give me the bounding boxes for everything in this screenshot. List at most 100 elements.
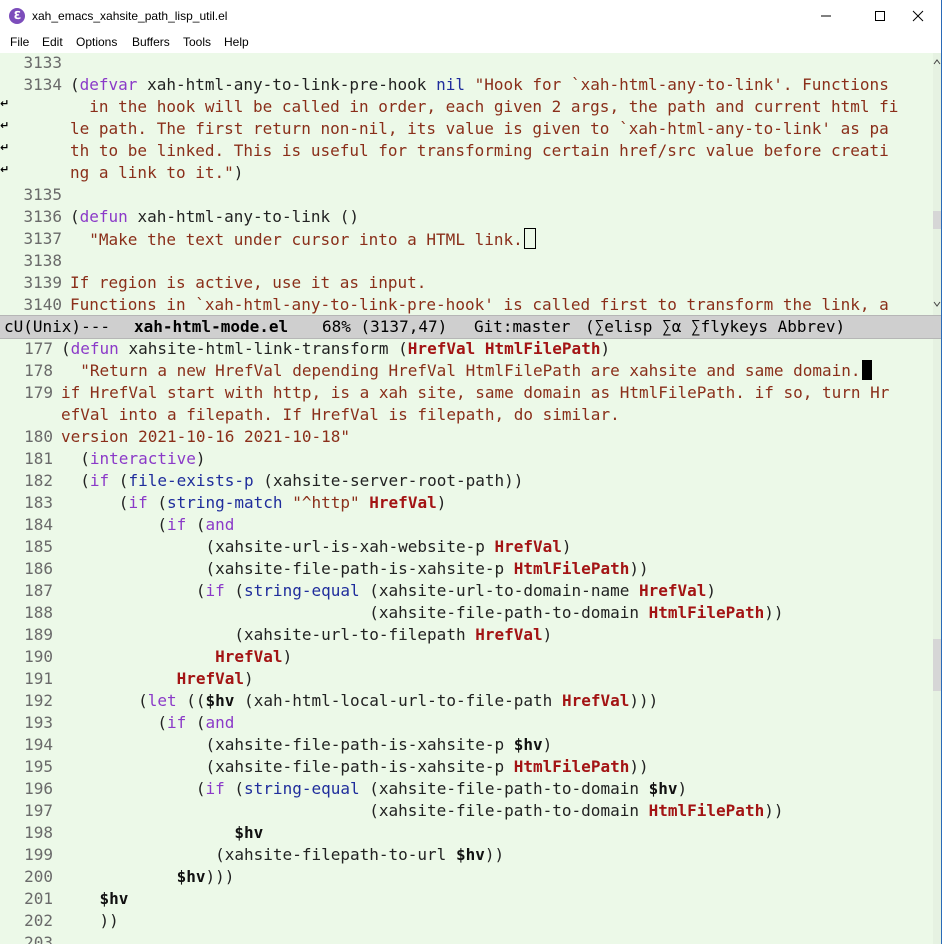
code-line[interactable]: efVal into a filepath. If HrefVal is fil…: [0, 404, 930, 426]
code-line[interactable]: le path. The first return non-nil, its v…: [0, 118, 930, 140]
code-token: (xahsite-file-path-is-xahsite-p: [61, 757, 514, 776]
bottom-scrollbar[interactable]: [933, 339, 941, 944]
code-line[interactable]: 3134 (defvar xah-html-any-to-link-pre-hoo…: [0, 74, 930, 96]
code-line[interactable]: 3137 "Make the text under cursor into a …: [0, 228, 930, 250]
code-line[interactable]: 186 (xahsite-file-path-is-xahsite-p Html…: [0, 558, 930, 580]
code-token: string-equal: [244, 779, 360, 798]
code-line[interactable]: 201 $hv: [0, 888, 930, 910]
code-line[interactable]: 187 (if (string-equal (xahsite-url-to-do…: [0, 580, 930, 602]
code-line[interactable]: 194 (xahsite-file-path-is-xahsite-p $hv): [0, 734, 930, 756]
code-line[interactable]: 188 (xahsite-file-path-to-domain HtmlFil…: [0, 602, 930, 624]
title-bar[interactable]: ℇ xah_emacs_xahsite_path_lisp_util.el: [0, 0, 941, 32]
code-token: HrefVal: [176, 669, 245, 688]
code-line[interactable]: 199 (xahsite-filepath-to-url $hv)): [0, 844, 930, 866]
line-number: 3139: [23, 273, 62, 292]
code-line[interactable]: 180 version 2021-10-16 2021-10-18": [0, 426, 930, 448]
menu-edit[interactable]: Edit: [42, 32, 63, 53]
code-line[interactable]: 183 (if (string-match "^http" HrefVal): [0, 492, 930, 514]
code-line[interactable]: 193 (if (and: [0, 712, 930, 734]
code-text: version 2021-10-16 2021-10-18": [61, 426, 350, 448]
menu-help[interactable]: Help: [224, 32, 249, 53]
scroll-up-icon[interactable]: [933, 57, 941, 67]
code-line[interactable]: 203: [0, 932, 930, 944]
code-line[interactable]: 3139 If region is active, use it as input…: [0, 272, 930, 294]
line-number: 185: [24, 537, 53, 556]
menu-tools[interactable]: Tools: [183, 32, 211, 53]
menu-bar: File Edit Options Buffers Tools Help: [0, 32, 941, 53]
code-line[interactable]: 3136 (defun xah-html-any-to-link (): [0, 206, 930, 228]
menu-file[interactable]: File: [10, 32, 29, 53]
top-editor-pane[interactable]: ↵ ↵ ↵ ↵ 3133 3134 (defvar xah-html-any-to-…: [0, 53, 941, 315]
line-number: 201: [24, 889, 53, 908]
line-number: 194: [24, 735, 53, 754]
text-cursor: [861, 360, 872, 380]
modeline-modes[interactable]: (∑elisp ∑α ∑flykeys Abbrev): [585, 316, 845, 338]
code-line[interactable]: 181 (interactive): [0, 448, 930, 470]
code-token: defun: [70, 339, 119, 358]
code-line[interactable]: in the hook will be called in order, eac…: [0, 96, 930, 118]
code-token: $hv: [99, 889, 129, 908]
line-number: 180: [24, 427, 53, 446]
code-line[interactable]: 178 "Return a new HrefVal depending Href…: [0, 360, 930, 382]
code-token: $hv: [176, 867, 206, 886]
code-token: string-equal: [244, 581, 360, 600]
menu-options[interactable]: Options: [76, 32, 117, 53]
top-scrollbar[interactable]: [933, 53, 941, 315]
code-line[interactable]: 185 (xahsite-url-is-xah-website-p HrefVa…: [0, 536, 930, 558]
code-line[interactable]: 3135: [0, 184, 930, 206]
code-line[interactable]: 3140 Functions in `xah-html-any-to-link-p…: [0, 294, 930, 315]
code-token: )): [764, 603, 784, 622]
code-line[interactable]: 3138: [0, 250, 930, 272]
code-token: (xahsite-filepath-to-url: [61, 845, 456, 864]
code-text: (xahsite-file-path-to-domain HtmlFilePat…: [61, 602, 783, 624]
bottom-editor-pane[interactable]: 177 (defun xahsite-html-link-transform (H…: [0, 339, 941, 944]
scroll-down-icon[interactable]: [933, 299, 941, 309]
modeline-buffer-name[interactable]: xah-html-mode.el: [134, 316, 288, 338]
code-line[interactable]: ng a link to it."): [0, 162, 930, 184]
bottom-scrollbar-thumb[interactable]: [933, 639, 941, 691]
code-line[interactable]: 198 $hv: [0, 822, 930, 844]
close-button[interactable]: [895, 0, 941, 32]
code-line[interactable]: 190 HrefVal): [0, 646, 930, 668]
code-line[interactable]: 184 (if (and: [0, 514, 930, 536]
code-text: (defvar xah-html-any-to-link-pre-hook ni…: [70, 74, 889, 96]
code-line[interactable]: 196 (if (string-equal (xahsite-file-path…: [0, 778, 930, 800]
code-text: $hv))): [61, 866, 235, 888]
code-line[interactable]: 3133: [0, 53, 930, 74]
code-line[interactable]: 195 (xahsite-file-path-is-xahsite-p Html…: [0, 756, 930, 778]
code-text: HrefVal): [61, 646, 292, 668]
code-line[interactable]: 189 (xahsite-url-to-filepath HrefVal): [0, 624, 930, 646]
minimize-button[interactable]: [803, 0, 849, 32]
line-number: 3140: [23, 295, 62, 314]
code-line[interactable]: 177 (defun xahsite-html-link-transform (H…: [0, 339, 930, 360]
code-line[interactable]: 179 if HrefVal start with http, is a xah …: [0, 382, 930, 404]
code-token: (: [147, 493, 167, 512]
line-number: 189: [24, 625, 53, 644]
code-line[interactable]: 182 (if (file-exists-p (xahsite-server-r…: [0, 470, 930, 492]
code-token: (: [61, 471, 90, 490]
code-line[interactable]: 197 (xahsite-file-path-to-domain HtmlFil…: [0, 800, 930, 822]
line-number: 188: [24, 603, 53, 622]
modeline-vc-branch[interactable]: Git:master: [474, 316, 570, 338]
code-token: ): [282, 647, 293, 666]
code-line[interactable]: 200 $hv))): [0, 866, 930, 888]
minimize-icon: [821, 15, 831, 17]
code-line[interactable]: 192 (let (($hv (xah-html-local-url-to-fi…: [0, 690, 930, 712]
line-number: 183: [24, 493, 53, 512]
top-scrollbar-thumb[interactable]: [933, 211, 941, 229]
code-line[interactable]: th to be linked. This is useful for tran…: [0, 140, 930, 162]
code-line[interactable]: 202 )): [0, 910, 930, 932]
code-token: defvar: [79, 75, 138, 94]
code-token: ((: [176, 691, 206, 710]
line-number: 3138: [23, 251, 62, 270]
code-line[interactable]: 191 HrefVal): [0, 668, 930, 690]
code-token: xah-html-any-to-link-pre-hook: [137, 75, 437, 94]
menu-buffers[interactable]: Buffers: [132, 32, 170, 53]
code-text: (xahsite-url-is-xah-website-p HrefVal): [61, 536, 571, 558]
code-token: )): [61, 911, 119, 930]
code-text: le path. The first return non-nil, its v…: [70, 118, 889, 140]
code-token: ): [436, 493, 447, 512]
